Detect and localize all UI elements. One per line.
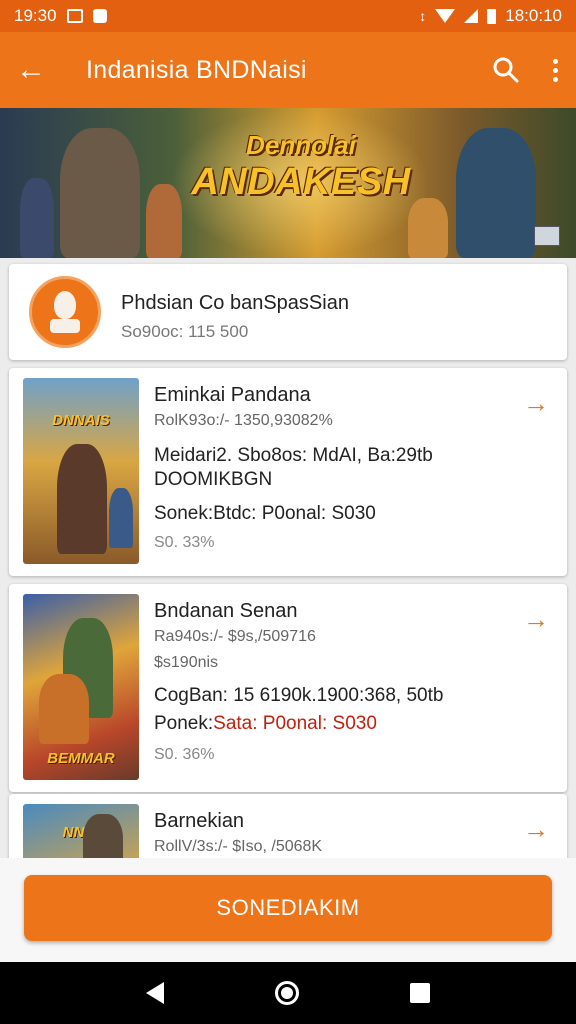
- promo-banner[interactable]: Dennolai ANDAKESH: [0, 108, 576, 258]
- app-bar: ← Indanisia BNDNaisi: [0, 32, 576, 108]
- nav-home-icon[interactable]: [274, 981, 299, 1005]
- list-item[interactable]: BEMMAR Bndanan Senan Ra940s:/- $9s,/5097…: [9, 584, 567, 792]
- page-title: Indanisia BNDNaisi: [86, 55, 307, 84]
- game-meta: RollV/3s:/- $Iso, /5068K: [154, 838, 323, 855]
- thumbnail-character-lion: [39, 674, 89, 744]
- thumbnail-title: BEMMAR: [47, 750, 115, 767]
- banner-badge: [534, 226, 560, 246]
- bottom-action-area: SONEDIAKIM: [0, 858, 576, 962]
- game-thumbnail: DNNAIS: [23, 378, 139, 564]
- game-meta: RolK93o:/- 1350,93082%: [154, 412, 333, 429]
- user-head-icon: [54, 291, 76, 319]
- banner-character-warrior: [60, 128, 140, 258]
- game-meta: Ra940s:/- $9s,/509716: [154, 628, 316, 645]
- banner-character-girl: [146, 184, 182, 258]
- arrow-left-icon[interactable]: ←: [16, 53, 60, 87]
- wifi-icon: [435, 9, 456, 23]
- avatar: [29, 276, 101, 348]
- profile-card[interactable]: Phdsian Co banSpasSian So90oc: 115 500: [9, 264, 567, 360]
- game-price: S0. 36%: [154, 746, 215, 763]
- vibrate-icon: ↕: [419, 8, 427, 24]
- signal-icon: [464, 9, 479, 23]
- game-name: Barnekian: [154, 810, 245, 832]
- gallery-icon: [66, 9, 83, 23]
- game-name: Bndanan Senan: [154, 600, 298, 622]
- thumbnail-character: [83, 814, 123, 858]
- list-item[interactable]: DNNAIS Eminkai Pandana RolK93o:/- 1350,9…: [9, 368, 567, 576]
- game-detail-1: Meidari2. Sbo8os: MdAI, Ba:29tb: [154, 445, 433, 466]
- search-icon[interactable]: [492, 56, 520, 84]
- arrow-right-icon[interactable]: →: [523, 388, 549, 419]
- thumbnail-character-small: [109, 488, 133, 548]
- detail-highlight: Sata: P0onal: S030: [213, 713, 377, 734]
- game-price: S0. 33%: [154, 534, 215, 551]
- thumbnail-title: DNNAIS: [52, 412, 110, 429]
- battery-icon: [487, 8, 497, 24]
- game-detail-1: CogBan: 15 6190k.1900:368, 50tb: [154, 685, 444, 706]
- profile-subtitle: So90oc: 115 500: [121, 322, 249, 341]
- primary-action-button[interactable]: SONEDIAKIM: [24, 875, 552, 941]
- game-detail-3: Sonek:Btdc: P0onal: S030: [154, 502, 554, 525]
- detail-prefix: Sonek:: [154, 503, 214, 524]
- status-bar: 19:30 ↕ 18:0:10: [0, 0, 576, 32]
- user-body-icon: [50, 319, 80, 333]
- status-clock: 18:0:10: [505, 6, 562, 25]
- game-name: Eminkai Pandana: [154, 384, 311, 406]
- banner-character-hero: [456, 128, 536, 258]
- nav-recents-icon[interactable]: [410, 983, 431, 1003]
- game-thumbnail: NNIN: [23, 804, 139, 858]
- content-list: Phdsian Co banSpasSian So90oc: 115 500 D…: [0, 258, 576, 858]
- banner-character-kid: [408, 198, 448, 258]
- list-item[interactable]: NNIN Barnekian RollV/3s:/- $Iso, /5068K …: [9, 794, 567, 858]
- arrow-right-icon[interactable]: →: [523, 604, 549, 635]
- profile-name: Phdsian Co banSpasSian: [121, 292, 349, 314]
- game-extra: $s190nis: [154, 654, 219, 671]
- more-vert-icon[interactable]: [550, 58, 560, 82]
- banner-character-small-left: [20, 178, 54, 258]
- system-nav-bar: [0, 962, 576, 1024]
- notification-icon: [92, 9, 107, 23]
- banner-title-line1: Dennolai: [246, 130, 356, 160]
- game-detail-2: DOOMIKBGN: [154, 469, 273, 490]
- detail-prefix: Ponek:: [154, 713, 214, 734]
- banner-title-line2: ANDAKESH: [191, 161, 411, 203]
- arrow-right-icon[interactable]: →: [523, 814, 549, 845]
- nav-back-icon[interactable]: [145, 982, 164, 1004]
- thumbnail-character: [57, 444, 107, 554]
- game-thumbnail: BEMMAR: [23, 594, 139, 780]
- game-detail-3: Ponek:Sata: P0onal: S030: [154, 712, 554, 735]
- detail-rest: Btdc: P0onal: S030: [213, 503, 376, 524]
- status-time: 19:30: [14, 6, 57, 25]
